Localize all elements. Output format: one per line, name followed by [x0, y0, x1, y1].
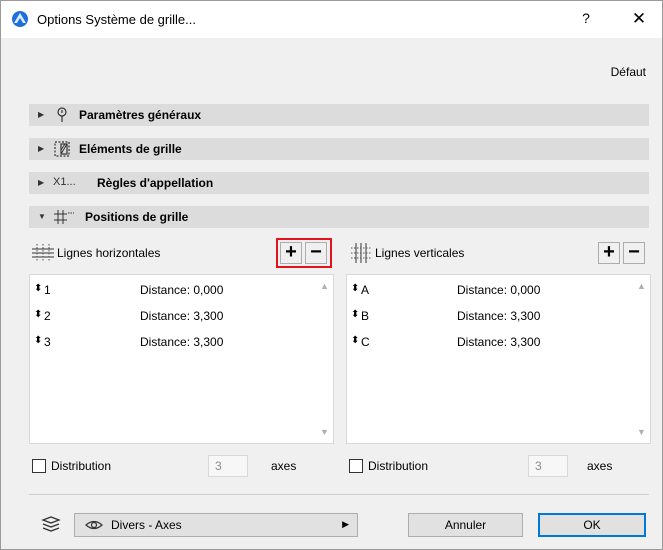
scroll-up-icon[interactable]: ▲ [637, 281, 646, 291]
title-bar: Options Système de grille... ? ✕ [0, 0, 663, 38]
naming-rules-icon: X1... [53, 176, 76, 188]
line-name: B [361, 309, 370, 323]
close-button[interactable]: ✕ [629, 9, 649, 29]
section-label: Paramètres généraux [79, 108, 202, 122]
section-label: Eléments de grille [79, 142, 182, 156]
drag-handle-icon[interactable]: ⬍ [351, 309, 359, 320]
line-distance: Distance: 0,000 [140, 283, 224, 297]
grid-elements-icon [54, 141, 70, 157]
horizontal-lines-list[interactable]: ⬍ 1 Distance: 0,000 ⬍ 2 Distance: 3,300 … [29, 274, 334, 444]
footer-separator [29, 494, 649, 495]
section-grid-positions[interactable]: ▼ Positions de grille [29, 206, 649, 228]
line-name: 2 [44, 309, 51, 323]
drag-handle-icon[interactable]: ⬍ [351, 283, 359, 294]
eye-icon [85, 520, 103, 530]
horizontal-axes-label: axes [271, 459, 297, 473]
expand-arrow-icon: ▶ [38, 110, 45, 119]
layers-icon [41, 516, 61, 532]
help-button[interactable]: ? [579, 10, 593, 26]
line-distance: Distance: 3,300 [140, 309, 224, 323]
archicad-app-icon [12, 11, 28, 27]
horizontal-distribution-label: Distribution [51, 459, 112, 473]
general-settings-icon [57, 107, 67, 122]
horizontal-distribution-checkbox[interactable] [32, 459, 46, 473]
horizontal-lines-icon [32, 244, 54, 262]
section-grid-elements[interactable]: ▶ Eléments de grille [29, 138, 649, 160]
list-item[interactable]: ⬍ 3 Distance: 3,300 [30, 333, 333, 353]
line-name: C [361, 335, 370, 349]
dropdown-arrow-icon: ▶ [342, 519, 349, 529]
line-name: A [361, 283, 370, 297]
ok-button[interactable]: OK [538, 513, 646, 537]
collapse-arrow-icon: ▼ [38, 212, 46, 221]
list-item[interactable]: ⬍ 1 Distance: 0,000 [30, 281, 333, 301]
section-label: Positions de grille [85, 210, 189, 224]
layer-value: Divers - Axes [111, 518, 182, 532]
add-vertical-line-button[interactable]: + [598, 242, 620, 264]
vertical-lines-label: Lignes verticales [375, 246, 465, 260]
vertical-lines-icon [351, 243, 371, 263]
line-distance: Distance: 3,300 [457, 309, 541, 323]
cancel-button[interactable]: Annuler [408, 513, 523, 537]
list-item[interactable]: ⬍ 2 Distance: 3,300 [30, 307, 333, 327]
vertical-axes-label: axes [587, 459, 613, 473]
expand-arrow-icon: ▶ [38, 178, 45, 187]
grid-positions-icon [54, 210, 74, 224]
window-title: Options Système de grille... [37, 12, 196, 27]
remove-horizontal-line-button[interactable]: − [305, 242, 327, 264]
remove-vertical-line-button[interactable]: − [623, 242, 645, 264]
expand-arrow-icon: ▶ [38, 144, 45, 153]
dialog-body: Défaut ▶ Paramètres généraux ▶ Eléments … [0, 38, 663, 550]
default-link[interactable]: Défaut [611, 65, 646, 79]
drag-handle-icon[interactable]: ⬍ [351, 335, 359, 346]
vertical-axes-input[interactable]: 3 [528, 455, 568, 477]
scroll-up-icon[interactable]: ▲ [320, 281, 329, 291]
list-item[interactable]: ⬍ C Distance: 3,300 [347, 333, 650, 353]
add-horizontal-line-button[interactable]: + [280, 242, 302, 264]
section-naming-rules[interactable]: ▶ X1... Règles d'appellation [29, 172, 649, 194]
drag-handle-icon[interactable]: ⬍ [34, 309, 42, 320]
horizontal-lines-label: Lignes horizontales [57, 246, 161, 260]
vertical-distribution-label: Distribution [368, 459, 429, 473]
drag-handle-icon[interactable]: ⬍ [34, 335, 42, 346]
vertical-lines-list[interactable]: ⬍ A Distance: 0,000 ⬍ B Distance: 3,300 … [346, 274, 651, 444]
line-name: 3 [44, 335, 51, 349]
line-name: 1 [44, 283, 51, 297]
scroll-down-icon[interactable]: ▼ [320, 427, 329, 437]
line-distance: Distance: 3,300 [140, 335, 224, 349]
section-label: Règles d'appellation [97, 176, 214, 190]
line-distance: Distance: 3,300 [457, 335, 541, 349]
drag-handle-icon[interactable]: ⬍ [34, 283, 42, 294]
list-item[interactable]: ⬍ B Distance: 3,300 [347, 307, 650, 327]
horizontal-axes-input[interactable]: 3 [208, 455, 248, 477]
section-general-settings[interactable]: ▶ Paramètres généraux [29, 104, 649, 126]
layer-select[interactable]: Divers - Axes ▶ [74, 513, 358, 537]
list-item[interactable]: ⬍ A Distance: 0,000 [347, 281, 650, 301]
line-distance: Distance: 0,000 [457, 283, 541, 297]
vertical-distribution-checkbox[interactable] [349, 459, 363, 473]
scroll-down-icon[interactable]: ▼ [637, 427, 646, 437]
